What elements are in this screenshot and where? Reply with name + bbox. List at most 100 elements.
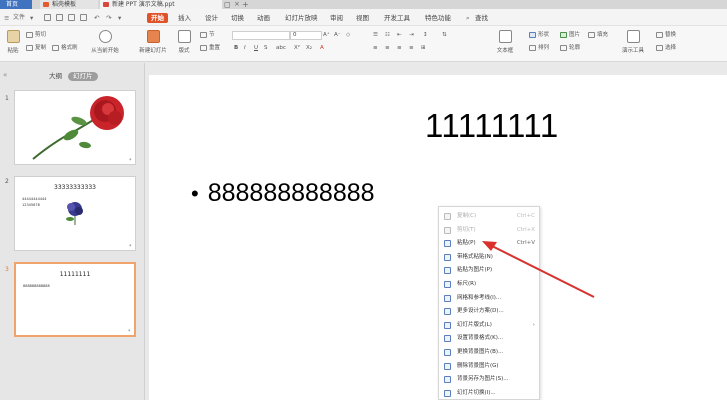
context-menu-item: 剪切(T) Ctrl+X (439, 224, 539, 237)
undo-icon[interactable]: ↶ (94, 13, 99, 23)
save-icon[interactable] (44, 14, 51, 21)
underline-icon[interactable]: U (254, 44, 258, 52)
context-menu-item[interactable]: 带格式粘贴(N) (439, 251, 539, 264)
slide-title[interactable]: 11111111 (425, 107, 559, 145)
chevron-down-icon[interactable]: ▾ (30, 13, 33, 23)
section-button[interactable]: 节 (200, 31, 215, 39)
align-left-icon[interactable]: ≡ (373, 44, 378, 52)
subscript-icon[interactable]: X₂ (306, 44, 312, 52)
reset-button[interactable]: 重置 (200, 44, 220, 52)
menu-design[interactable]: 设计 (205, 13, 218, 23)
new-tab-button[interactable]: + (242, 0, 249, 9)
format-painter-button[interactable]: 格式刷 (52, 44, 78, 52)
context-menu-item[interactable]: 粘贴为图片(P) (439, 264, 539, 277)
replace-label: 替换 (665, 32, 677, 38)
font-color-icon[interactable]: A (320, 44, 324, 52)
export-icon[interactable] (56, 14, 63, 21)
bold-icon[interactable]: B (234, 44, 238, 52)
menu-insert[interactable]: 插入 (178, 13, 191, 23)
slide-bullet-text[interactable]: • 888888888888 (191, 179, 375, 208)
preview-icon[interactable] (80, 14, 87, 21)
shape-button[interactable]: 形状 (529, 31, 549, 39)
tab-slides[interactable]: 幻灯片 (68, 72, 98, 81)
menu-developer[interactable]: 开发工具 (384, 13, 410, 23)
context-menu-item[interactable]: 更换背景图片(B)... (439, 346, 539, 359)
numbering-icon[interactable]: ☷ (385, 31, 390, 39)
font-size-combo[interactable]: 0 (290, 31, 322, 40)
file-menu[interactable]: 文件 (13, 13, 25, 23)
copy-button[interactable]: 复制 (26, 44, 46, 52)
align-center-icon[interactable]: ≡ (385, 44, 390, 52)
background-format-icon (444, 335, 451, 343)
align-right-icon[interactable]: ≡ (397, 44, 402, 52)
justify-icon[interactable]: ≡ (409, 44, 414, 52)
line-spacing-icon[interactable]: ↕ (423, 31, 428, 39)
font-name-combo[interactable] (232, 31, 290, 40)
textbox-button[interactable]: 文本框 (494, 30, 516, 54)
arrange-button[interactable]: 排列 (529, 44, 549, 52)
quick-access-chevron-icon[interactable]: ▾ (118, 13, 121, 23)
menu-review[interactable]: 审阅 (330, 13, 343, 23)
distribute-icon[interactable]: ⊞ (421, 44, 426, 52)
grow-font-icon[interactable]: A⁺ (323, 31, 330, 39)
outline-button[interactable]: 轮廓 (560, 44, 580, 52)
slide-thumbnail-3[interactable]: 11111111 888888888888 ⁕ (14, 262, 136, 337)
menu-slideshow[interactable]: 幻灯片放映 (285, 13, 318, 23)
clear-format-icon[interactable]: ◇ (346, 31, 350, 39)
indent-decrease-icon[interactable]: ⇤ (397, 31, 402, 39)
context-menu-item[interactable]: 网格和参考线(I)... (439, 292, 539, 305)
redo-icon[interactable]: ↷ (106, 13, 111, 23)
layout-button[interactable]: 版式 (176, 30, 192, 54)
picture-button[interactable]: 图片 (560, 31, 580, 39)
menu-features[interactable]: 特色功能 (425, 13, 451, 23)
menu-view[interactable]: 视图 (356, 13, 369, 23)
strikethrough-icon[interactable]: abc (276, 44, 286, 52)
new-slide-button[interactable]: 新建幻灯片 (132, 30, 174, 54)
menu-search[interactable]: 查找 (475, 13, 488, 23)
slide-thumbnail-2[interactable]: 33333333333 44444444444 12345678 ⁕ (14, 176, 136, 251)
slide-marker-icon: ⁕ (127, 328, 131, 333)
fill-button[interactable]: 填充 (588, 31, 608, 39)
close-tab-icon[interactable]: × (234, 0, 240, 9)
shadow-icon[interactable]: S (264, 44, 268, 52)
text-direction-icon[interactable]: ⇅ (442, 31, 447, 39)
slide-thumbnail-1[interactable]: ⁕ (14, 90, 136, 165)
app-menu-icon[interactable]: ≡ (4, 13, 9, 23)
context-menu-item[interactable]: 粘贴(P) Ctrl+V (439, 237, 539, 250)
superscript-icon[interactable]: X² (294, 44, 300, 52)
outline-icon (560, 45, 567, 51)
print-icon[interactable] (68, 14, 75, 21)
bullets-icon[interactable]: ☰ (373, 31, 378, 39)
context-menu-item[interactable]: 设置背景格式(K)... (439, 332, 539, 345)
document-tab[interactable]: 新建 PPT 演示文稿.ppt (100, 0, 222, 9)
search-icon[interactable]: ⌕ (466, 13, 470, 23)
context-menu-item[interactable]: 标尺(R) (439, 278, 539, 291)
presenter-tools-button[interactable]: 演示工具 (618, 30, 648, 54)
italic-icon[interactable]: I (244, 44, 246, 52)
change-bg-icon (444, 349, 451, 356)
fill-label: 填充 (597, 32, 609, 38)
indent-increase-icon[interactable]: ⇥ (409, 31, 414, 39)
context-menu-label: 粘贴为图片(P) (457, 267, 493, 274)
shrink-font-icon[interactable]: A⁻ (334, 31, 341, 39)
tab-outline[interactable]: 大纲 (44, 72, 67, 81)
docer-template-tab[interactable]: 稻壳模板 (40, 0, 98, 9)
context-menu-item: 复制(C) Ctrl+C (439, 210, 539, 223)
collapse-pane-icon[interactable]: « (3, 71, 7, 79)
menu-animation[interactable]: 动画 (257, 13, 270, 23)
select-button[interactable]: 选择 (656, 44, 676, 52)
pin-icon[interactable]: ◻ (224, 0, 231, 9)
context-menu-item[interactable]: 背景另存为图片(S)... (439, 373, 539, 386)
design-icon (444, 308, 451, 316)
menu-start[interactable]: 开始 (147, 13, 168, 23)
cut-button[interactable]: 剪切 (26, 31, 46, 39)
context-menu-item[interactable]: 删除背景图片(G) (439, 360, 539, 373)
context-menu-item[interactable]: 幻灯片版式(L) › (439, 319, 539, 332)
menu-transition[interactable]: 切换 (231, 13, 244, 23)
paste-button[interactable]: 粘贴 (4, 30, 22, 54)
context-menu-item[interactable]: 更多设计方案(D)... (439, 305, 539, 318)
home-tab[interactable]: 首页 (0, 0, 32, 9)
replace-button[interactable]: 替换 (656, 31, 676, 39)
play-from-current-button[interactable]: 从当前开始 (85, 30, 125, 54)
context-menu-item[interactable]: 幻灯片切换(I)... (439, 387, 539, 400)
